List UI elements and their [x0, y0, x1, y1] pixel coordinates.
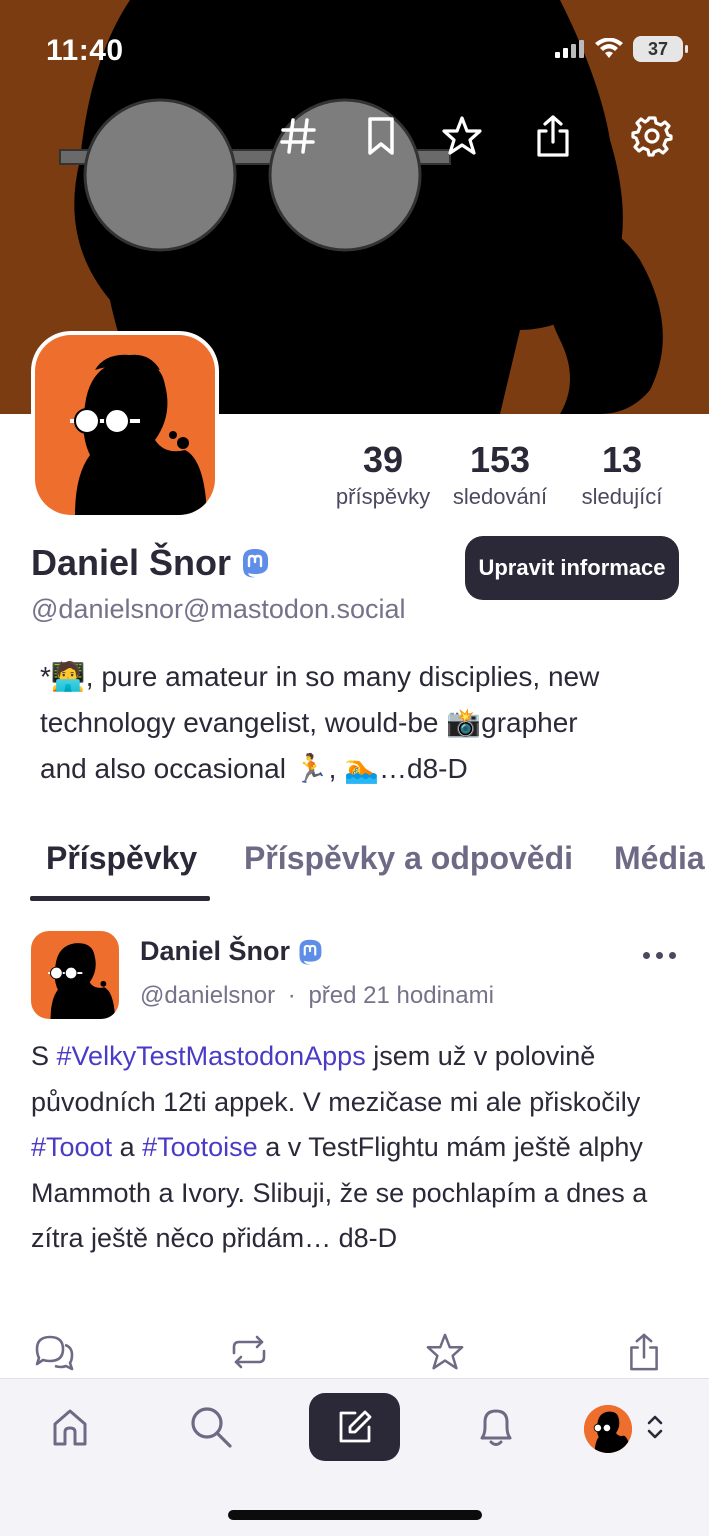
avatar-artwork	[70, 354, 207, 515]
post-author-row: Daniel Šnor	[140, 936, 324, 967]
post-author-avatar[interactable]	[31, 931, 119, 1019]
share-icon[interactable]	[622, 1330, 666, 1374]
stat-following-value: 153	[469, 439, 531, 480]
wifi-icon	[595, 38, 623, 58]
chevron-updown-icon[interactable]	[632, 1397, 678, 1457]
post-handle: @danielsnor	[140, 982, 276, 1009]
stat-following[interactable]: 153 sledování	[445, 440, 555, 510]
profile-stats: 39 příspěvky 153 sledování 13 sledující	[320, 440, 680, 520]
mastodon-icon	[299, 939, 322, 965]
active-tab-indicator	[30, 896, 210, 901]
post-text-segment: S	[31, 1041, 57, 1071]
header-actions	[0, 112, 709, 162]
stat-followers[interactable]: 13 sledující	[570, 440, 674, 510]
compose-icon	[339, 1410, 371, 1443]
signal-icon	[555, 40, 584, 58]
post-actions	[0, 1330, 709, 1378]
mastodon-icon	[243, 549, 269, 578]
post-content: S #VelkyTestMastodonApps jsem už v polov…	[31, 1034, 691, 1262]
post-text-segment: a	[112, 1132, 143, 1162]
hashtag-icon[interactable]	[274, 112, 322, 160]
battery-level: 37	[647, 38, 669, 59]
tab-posts[interactable]: Příspěvky	[46, 840, 197, 877]
profile-avatar[interactable]	[31, 331, 219, 519]
stat-followers-value: 13	[601, 439, 643, 480]
search-icon[interactable]	[181, 1397, 241, 1457]
tab-media[interactable]: Média	[614, 840, 705, 877]
edit-profile-button[interactable]: Upravit informace	[465, 536, 679, 600]
gear-icon[interactable]	[628, 112, 676, 160]
profile-handle[interactable]: @danielsnor@mastodon.social	[31, 594, 406, 625]
bookmark-icon[interactable]	[357, 112, 405, 160]
stat-posts-label: příspěvky	[335, 484, 431, 509]
star-icon[interactable]	[438, 112, 486, 160]
profile-bio: *🧑‍💻, pure amateur in so many disciplies…	[40, 654, 680, 792]
account-avatar[interactable]	[584, 1405, 632, 1453]
display-name: Daniel Šnor	[31, 542, 232, 583]
post-author-name[interactable]: Daniel Šnor	[140, 936, 290, 967]
share-icon[interactable]	[529, 112, 577, 160]
post-meta: @danielsnor · před 21 hodinami	[140, 982, 494, 1010]
hashtag-link[interactable]: #VelkyTestMastodonApps	[57, 1041, 366, 1071]
home-indicator	[228, 1510, 482, 1520]
boost-icon[interactable]	[227, 1330, 271, 1374]
stat-followers-label: sledující	[581, 484, 663, 509]
stat-following-label: sledování	[452, 484, 548, 509]
hashtag-link[interactable]: #Tootoise	[142, 1132, 258, 1162]
avatar-artwork	[584, 1405, 632, 1453]
status-time: 11:40	[46, 34, 124, 67]
stat-posts-value: 39	[362, 439, 404, 480]
more-options-icon[interactable]	[636, 940, 682, 970]
hashtag-link[interactable]: #Tooot	[31, 1132, 112, 1162]
battery-icon: 37	[633, 36, 688, 62]
favourite-icon[interactable]	[423, 1330, 467, 1374]
reply-icon[interactable]	[32, 1330, 76, 1374]
bio-line: *🧑‍💻, pure amateur in so many disciplies…	[40, 661, 600, 692]
post-time: před 21 hodinami	[308, 982, 494, 1009]
profile-name-row: Daniel Šnor	[31, 542, 271, 584]
status-bar: 11:40 37	[0, 0, 709, 100]
bio-line: and also occasional 🏃, 🏊…d8-D	[40, 753, 468, 784]
tab-posts-and-replies[interactable]: Příspěvky a odpovědi	[244, 840, 573, 877]
compose-button[interactable]	[309, 1393, 400, 1461]
profile-tabs: Příspěvky Příspěvky a odpovědi Média	[0, 830, 709, 902]
bio-line: technology evangelist, would-be 📸grapher	[40, 707, 578, 738]
home-icon[interactable]	[40, 1397, 100, 1457]
stat-posts[interactable]: 39 příspěvky	[328, 440, 438, 510]
avatar-artwork	[48, 943, 116, 1019]
post-meta-separator: ·	[287, 982, 296, 1009]
bell-icon[interactable]	[466, 1397, 526, 1457]
status-icons: 37	[555, 36, 688, 62]
